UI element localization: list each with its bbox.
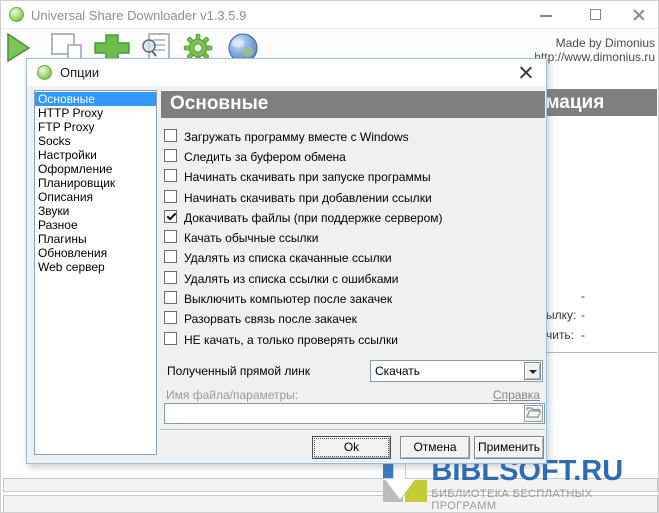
minimize-icon xyxy=(540,15,552,17)
copy-window-icon xyxy=(51,33,85,61)
checkbox[interactable] xyxy=(164,190,177,203)
checkbox[interactable] xyxy=(164,129,177,142)
open-folder-icon xyxy=(526,406,541,419)
checkbox[interactable] xyxy=(164,271,177,284)
combobox-dropdown-button[interactable] xyxy=(524,362,541,380)
dialog-icon xyxy=(37,65,52,80)
direct-link-label: Полученный прямой линк xyxy=(167,364,310,378)
close-button[interactable] xyxy=(623,1,653,29)
checkbox-label: Качать обычные ссылки xyxy=(184,231,318,245)
checkbox[interactable] xyxy=(164,311,177,324)
checkbox[interactable] xyxy=(164,250,177,263)
dialog-divider xyxy=(160,429,545,431)
nav-item-obnovleniya[interactable]: Обновления xyxy=(35,246,156,260)
checkbox-label: Начинать скачивать при добавлении ссылки xyxy=(184,191,432,205)
options-category-list: Основные HTTP Proxy FTP Proxy Socks Наст… xyxy=(34,90,157,455)
checkbox[interactable] xyxy=(164,332,177,345)
checkbox-label: Удалять из списка ссылки с ошибками xyxy=(184,272,398,286)
app-icon xyxy=(9,7,24,22)
cancel-button[interactable]: Отмена xyxy=(400,436,470,459)
direct-link-combobox[interactable]: Скачать xyxy=(370,360,543,382)
checkbox-label: Докачивать файлы (при поддержке сервером… xyxy=(184,211,443,225)
nav-item-socks[interactable]: Socks xyxy=(35,134,156,148)
watermark-text: BIBLSOFT.RU БИБЛИОТЕКА БЕСПЛАТНЫХ ПРОГРА… xyxy=(431,456,658,512)
apply-button[interactable]: Применить xyxy=(474,436,544,459)
dialog-close-button[interactable] xyxy=(515,64,535,82)
options-dialog: Опции Основные HTTP Proxy FTP Proxy Sock… xyxy=(26,58,547,464)
checkbox[interactable] xyxy=(164,169,177,182)
credits-url[interactable]: http://www.dimonius.ru xyxy=(534,50,655,64)
checkbox-label: Следить за буфером обмена xyxy=(184,150,346,164)
section-header: Основные xyxy=(161,91,545,118)
combobox-value: Скачать xyxy=(375,364,420,378)
ok-button[interactable]: Ok xyxy=(312,436,391,459)
filename-input[interactable] xyxy=(164,403,545,424)
checkbox-label: НЕ качать, а только проверять ссылки xyxy=(184,333,398,347)
close-icon xyxy=(633,9,645,21)
help-link[interactable]: Справка xyxy=(493,388,540,402)
checkbox-label: Разорвать связь после закачек xyxy=(184,312,357,326)
chevron-down-icon xyxy=(529,370,537,374)
credits-author: Made by Dimonius xyxy=(534,36,655,50)
credits-block: Made by Dimonius http://www.dimonius.ru xyxy=(534,36,655,64)
nav-item-ftp-proxy[interactable]: FTP Proxy xyxy=(35,120,156,134)
checkbox[interactable] xyxy=(164,210,177,223)
checkbox-label: Начинать скачивать при запуске программы xyxy=(184,170,431,184)
checkbox[interactable] xyxy=(164,149,177,162)
nav-item-planirovschik[interactable]: Планировщик xyxy=(35,176,156,190)
maximize-button[interactable] xyxy=(581,1,611,29)
checkbox[interactable] xyxy=(164,230,177,243)
checkbox[interactable] xyxy=(164,291,177,304)
main-window-title: Universal Share Downloader v1.3.5.9 xyxy=(31,8,246,23)
nav-item-raznoe[interactable]: Разное xyxy=(35,218,156,232)
watermark: BIBLSOFT.RU БИБЛИОТЕКА БЕСПЛАТНЫХ ПРОГРА… xyxy=(383,456,658,512)
nav-item-http-proxy[interactable]: HTTP Proxy xyxy=(35,106,156,120)
nav-item-nastroyki[interactable]: Настройки xyxy=(35,148,156,162)
browse-button[interactable] xyxy=(524,405,543,422)
nav-item-plaginy[interactable]: Плагины xyxy=(35,232,156,246)
checkbox-label: Загружать программу вместе с Windows xyxy=(184,130,409,144)
nav-item-zvuki[interactable]: Звуки xyxy=(35,204,156,218)
close-icon xyxy=(519,66,532,79)
add-link-icon xyxy=(93,33,131,61)
main-titlebar: Universal Share Downloader v1.3.5.9 xyxy=(1,1,658,29)
app-window: Universal Share Downloader v1.3.5.9 xyxy=(0,0,659,513)
nav-item-osnovnye[interactable]: Основные xyxy=(35,92,156,106)
nav-item-web-server[interactable]: Web сервер xyxy=(35,260,156,274)
minimize-button[interactable] xyxy=(531,1,561,29)
filename-label: Имя файла/параметры: xyxy=(166,388,298,402)
download-arrow-icon xyxy=(385,479,415,499)
watermark-subtitle: БИБЛИОТЕКА БЕСПЛАТНЫХ ПРОГРАММ xyxy=(431,488,658,512)
nav-item-oformlenie[interactable]: Оформление xyxy=(35,162,156,176)
maximize-icon xyxy=(590,9,601,20)
checkbox-label: Удалять из списка скачанные ссылки xyxy=(184,251,392,265)
checkbox-label: Выключить компьютер после закачек xyxy=(184,292,392,306)
nav-item-opisaniya[interactable]: Описания xyxy=(35,190,156,204)
dialog-title: Опции xyxy=(60,65,99,80)
dialog-titlebar: Опции xyxy=(27,59,546,86)
